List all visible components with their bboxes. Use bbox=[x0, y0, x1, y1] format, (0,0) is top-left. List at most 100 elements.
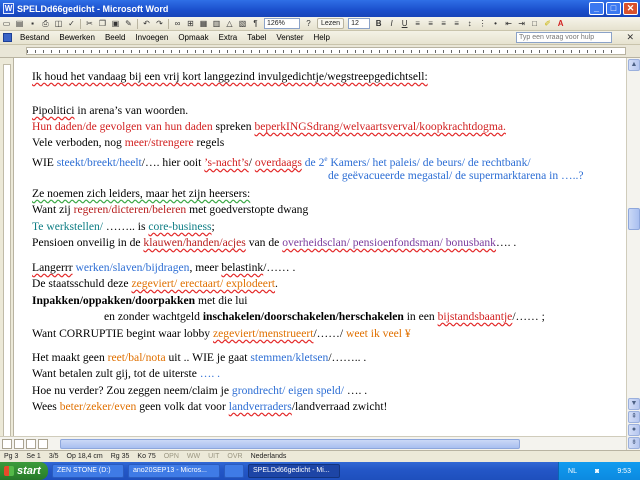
language-indicator[interactable]: NL bbox=[568, 468, 577, 475]
print-icon[interactable]: ⎙ bbox=[40, 19, 51, 29]
close-button[interactable]: ✕ bbox=[623, 2, 638, 15]
read-mode-button[interactable]: Lezen bbox=[317, 18, 345, 29]
spelling-icon[interactable]: ✓ bbox=[66, 19, 77, 29]
line-spacing-icon[interactable]: ↕ bbox=[464, 19, 475, 29]
status-extend[interactable]: UIT bbox=[204, 453, 223, 460]
horizontal-scrollbar[interactable] bbox=[0, 436, 626, 450]
taskbar-item-word-2[interactable]: SPELDd66gedicht - Mi... bbox=[248, 464, 340, 478]
taskbar-item-drive[interactable]: ZEN STONE (D:) bbox=[52, 464, 124, 478]
vertical-scrollbar[interactable]: ▲ ▼ ⇞ ● ⇟ bbox=[626, 58, 640, 450]
next-page-icon[interactable]: ⇟ bbox=[628, 437, 640, 449]
help-search-input[interactable]: Typ een vraag voor hulp bbox=[516, 32, 612, 43]
word-app-icon[interactable]: W bbox=[3, 3, 14, 14]
document-icon[interactable] bbox=[3, 33, 12, 42]
document-line[interactable]: WIE steekt/breekt/heelt/…. hier ooit ’s-… bbox=[32, 153, 531, 169]
status-language[interactable]: Nederlands bbox=[247, 453, 291, 460]
status-overtype[interactable]: OVR bbox=[223, 453, 246, 460]
horizontal-scroll-thumb[interactable] bbox=[60, 439, 520, 449]
menu-extra[interactable]: Extra bbox=[214, 33, 243, 42]
document-line[interactable]: Pipolitici in arena’s van woorden. bbox=[32, 104, 188, 117]
hyperlink-icon[interactable]: ∞ bbox=[172, 19, 183, 29]
format-painter-icon[interactable]: ✎ bbox=[123, 19, 134, 29]
menu-bestand[interactable]: Bestand bbox=[15, 33, 54, 42]
start-button[interactable]: start bbox=[0, 462, 48, 480]
menu-invoegen[interactable]: Invoegen bbox=[130, 33, 173, 42]
excel-icon[interactable]: ▦ bbox=[198, 19, 209, 29]
document-line[interactable]: Vele verboden, nog meer/strengere regels bbox=[32, 136, 224, 149]
open-folder-icon[interactable]: ▤ bbox=[14, 19, 25, 29]
vertical-ruler[interactable] bbox=[3, 64, 11, 444]
document-line[interactable]: Inpakken/oppakken/doorpakken met die lui bbox=[32, 294, 248, 307]
previous-page-icon[interactable]: ⇞ bbox=[628, 411, 640, 423]
maximize-button[interactable]: □ bbox=[606, 2, 621, 15]
underline-icon[interactable]: U bbox=[399, 19, 410, 29]
normal-view-icon[interactable] bbox=[2, 439, 12, 449]
close-document-icon[interactable]: ✕ bbox=[626, 32, 634, 43]
new-document-icon[interactable]: ▭ bbox=[1, 19, 12, 29]
document-line[interactable]: Het maakt geen reet/bal/nota uit .. WIE … bbox=[32, 351, 366, 364]
document-line[interactable]: en zonder wachtgeld inschakelen/doorscha… bbox=[104, 310, 545, 323]
menu-opmaak[interactable]: Opmaak bbox=[173, 33, 213, 42]
document-line[interactable]: Hoe nu verder? Zou zeggen neem/claim je … bbox=[32, 384, 367, 397]
menu-beeld[interactable]: Beeld bbox=[100, 33, 130, 42]
scroll-thumb[interactable] bbox=[628, 208, 640, 230]
save-icon[interactable]: ▪ bbox=[27, 19, 38, 29]
document-line[interactable]: Ze noemen zich leiders, maar het zijn he… bbox=[32, 187, 250, 200]
align-center-icon[interactable]: ≡ bbox=[425, 19, 436, 29]
horizontal-ruler[interactable] bbox=[0, 45, 640, 58]
document-line[interactable]: Langerrr werken/slaven/bijdragen, meer b… bbox=[32, 261, 295, 274]
columns-icon[interactable]: ▥ bbox=[211, 19, 222, 29]
drawing-icon[interactable]: △ bbox=[224, 19, 235, 29]
menu-help[interactable]: Help bbox=[309, 33, 335, 42]
font-color-icon[interactable]: A bbox=[555, 19, 566, 29]
border-icon[interactable]: □ bbox=[529, 19, 540, 29]
minimize-button[interactable]: _ bbox=[589, 2, 604, 15]
decrease-indent-icon[interactable]: ⇤ bbox=[503, 19, 514, 29]
menu-bewerken[interactable]: Bewerken bbox=[54, 33, 100, 42]
show-formatting-icon[interactable]: ¶ bbox=[250, 19, 261, 29]
document-line[interactable]: de geëvacueerde megastal/ de supermarkta… bbox=[328, 169, 584, 182]
align-right-icon[interactable]: ≡ bbox=[438, 19, 449, 29]
italic-icon[interactable]: I bbox=[386, 19, 397, 29]
document-line[interactable]: Te werkstellen/ …….. is core-business; bbox=[32, 220, 215, 233]
document-line[interactable]: Wees beter/zeker/even geen volk dat voor… bbox=[32, 400, 387, 413]
justify-icon[interactable]: ≡ bbox=[451, 19, 462, 29]
redo-icon[interactable]: ↷ bbox=[154, 19, 165, 29]
taskbar-item-app[interactable] bbox=[224, 464, 244, 478]
increase-indent-icon[interactable]: ⇥ bbox=[516, 19, 527, 29]
undo-icon[interactable]: ↶ bbox=[141, 19, 152, 29]
numbering-icon[interactable]: ⋮ bbox=[477, 19, 488, 29]
document-line[interactable]: De staatsschuld deze zegeviert/ erectaar… bbox=[32, 277, 278, 290]
taskbar-item-word-1[interactable]: ano20SEP13 - Micros... bbox=[128, 464, 220, 478]
scroll-down-icon[interactable]: ▼ bbox=[628, 398, 640, 410]
highlight-icon[interactable]: ✐ bbox=[542, 19, 553, 29]
bullets-icon[interactable]: • bbox=[490, 19, 501, 29]
print-layout-icon[interactable] bbox=[26, 439, 36, 449]
copy-icon[interactable]: ❐ bbox=[97, 19, 108, 29]
network-icon[interactable]: ◙ bbox=[595, 468, 599, 475]
font-size-select[interactable]: 12 bbox=[348, 18, 371, 29]
document-line[interactable]: Hun daden/de gevolgen van hun daden spre… bbox=[32, 120, 506, 133]
web-view-icon[interactable] bbox=[14, 439, 24, 449]
clock[interactable]: 9:53 bbox=[617, 468, 631, 475]
document-line[interactable]: Want CORRUPTIE begint waar lobby zegevie… bbox=[32, 327, 411, 340]
document-line[interactable]: Pensioen onveilig in de klauwen/handen/a… bbox=[32, 236, 516, 249]
menu-venster[interactable]: Venster bbox=[271, 33, 308, 42]
document-page[interactable]: Ik houd het vandaag bij een vrij kort la… bbox=[14, 58, 626, 450]
document-line[interactable]: Want zij regeren/dicteren/beleren met go… bbox=[32, 203, 308, 216]
scroll-up-icon[interactable]: ▲ bbox=[628, 59, 640, 71]
document-line[interactable]: Ik houd het vandaag bij een vrij kort la… bbox=[32, 70, 428, 83]
document-line[interactable]: Want betalen zult gij, tot de uiterste …… bbox=[32, 367, 220, 380]
menu-tabel[interactable]: Tabel bbox=[242, 33, 271, 42]
bold-icon[interactable]: B bbox=[373, 19, 384, 29]
status-record[interactable]: OPN bbox=[160, 453, 183, 460]
status-track[interactable]: WW bbox=[183, 453, 204, 460]
browse-object-icon[interactable]: ● bbox=[628, 424, 640, 436]
align-left-icon[interactable]: ≡ bbox=[412, 19, 423, 29]
zoom-select[interactable]: 126% bbox=[264, 18, 300, 29]
cut-icon[interactable]: ✂ bbox=[84, 19, 95, 29]
print-preview-icon[interactable]: ◫ bbox=[53, 19, 64, 29]
document-map-icon[interactable]: ▧ bbox=[237, 19, 248, 29]
paste-icon[interactable]: ▣ bbox=[110, 19, 121, 29]
outline-view-icon[interactable] bbox=[38, 439, 48, 449]
